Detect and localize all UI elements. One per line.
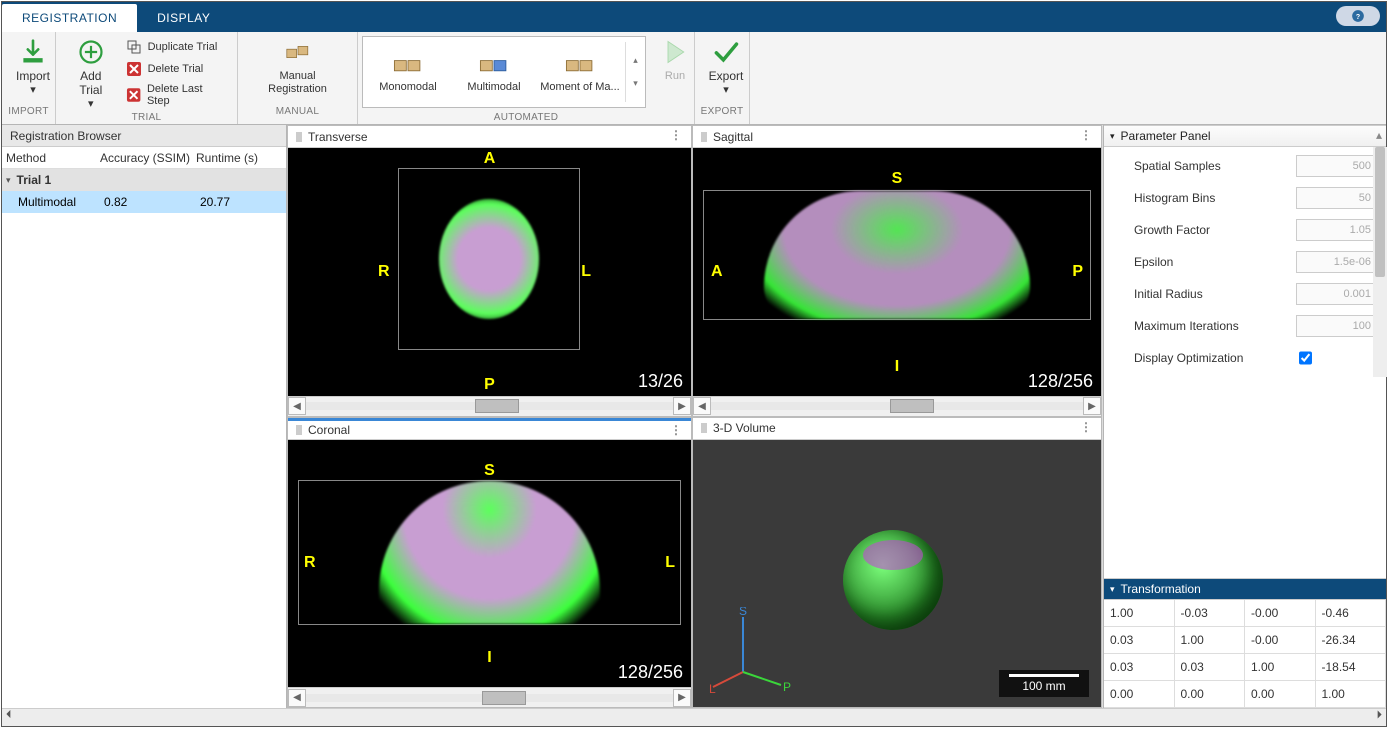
scroll-left-icon[interactable]: ⏴ bbox=[6, 709, 12, 726]
svg-text:P: P bbox=[783, 680, 791, 694]
help-button[interactable]: ? bbox=[1336, 6, 1380, 26]
max-iterations-input[interactable] bbox=[1296, 315, 1378, 337]
trial-group[interactable]: Trial 1 bbox=[2, 169, 286, 191]
slice-counter-coronal: 128/256 bbox=[618, 662, 683, 683]
epsilon-input[interactable] bbox=[1296, 251, 1378, 273]
growth-factor-input[interactable] bbox=[1296, 219, 1378, 241]
group-label-trial: TRIAL bbox=[56, 112, 237, 124]
delete-step-icon bbox=[126, 87, 141, 103]
tab-registration[interactable]: REGISTRATION bbox=[2, 4, 137, 32]
boxes-color-icon bbox=[477, 51, 511, 77]
status-bar: ⏴ ⏵ bbox=[2, 708, 1386, 726]
transformation-header[interactable]: Transformation bbox=[1104, 578, 1386, 600]
spatial-samples-input[interactable] bbox=[1296, 155, 1378, 177]
browser-title: Registration Browser bbox=[2, 125, 286, 147]
boxes-icon bbox=[391, 51, 425, 77]
automated-gallery: Monomodal Multimodal Moment of Ma... ▴▾ bbox=[362, 36, 646, 108]
parameter-panel-header[interactable]: Parameter Panel bbox=[1104, 125, 1386, 147]
view-grid: Transverse ⋮ A P R L 13/26 ◀▶ Sagittal ⋮ bbox=[287, 125, 1103, 708]
transverse-view[interactable]: A P R L 13/26 bbox=[288, 148, 691, 396]
view-menu-3d[interactable]: ⋮ bbox=[1080, 420, 1093, 434]
moment-of-mass-button[interactable]: Moment of Ma... bbox=[537, 39, 623, 105]
export-button[interactable]: Export▾ bbox=[701, 36, 751, 98]
duplicate-trial-button[interactable]: Duplicate Trial bbox=[124, 38, 227, 56]
trial-item[interactable]: Multimodal 0.82 20.77 bbox=[2, 191, 286, 213]
tab-display[interactable]: DISPLAY bbox=[137, 4, 230, 32]
group-label-import: IMPORT bbox=[2, 106, 55, 124]
import-icon bbox=[19, 38, 47, 66]
axis-gizmo-icon: S L P bbox=[703, 607, 793, 697]
manual-registration-button[interactable]: Manual Registration bbox=[244, 36, 351, 97]
svg-text:S: S bbox=[739, 607, 747, 618]
delete-trial-button[interactable]: Delete Trial bbox=[124, 60, 227, 78]
boxes-icon bbox=[563, 51, 597, 77]
slice-counter-sagittal: 128/256 bbox=[1028, 371, 1093, 392]
slice-counter-transverse: 13/26 bbox=[638, 371, 683, 392]
histogram-bins-input[interactable] bbox=[1296, 187, 1378, 209]
browser-columns: Method Accuracy (SSIM) Runtime (s) bbox=[2, 147, 286, 169]
slice-slider-coronal[interactable]: ◀▶ bbox=[288, 687, 691, 707]
run-button[interactable]: Run bbox=[650, 36, 700, 85]
gallery-dropdown[interactable]: ▴▾ bbox=[625, 42, 643, 102]
registration-browser-panel: Registration Browser Method Accuracy (SS… bbox=[2, 125, 287, 708]
collapse-toolstrip-icon[interactable]: ▴ bbox=[1376, 128, 1382, 142]
slice-slider-sagittal[interactable]: ◀▶ bbox=[693, 396, 1101, 416]
play-icon bbox=[661, 38, 689, 66]
transformation-matrix: 1.00-0.03-0.00-0.46 0.031.00-0.00-26.34 … bbox=[1104, 600, 1386, 708]
view-menu-sagittal[interactable]: ⋮ bbox=[1080, 128, 1093, 142]
check-icon bbox=[712, 38, 740, 66]
view-menu-coronal[interactable]: ⋮ bbox=[670, 423, 683, 437]
display-optimization-checkbox[interactable] bbox=[1299, 347, 1312, 369]
sagittal-view[interactable]: S I A P 128/256 bbox=[693, 148, 1101, 396]
main-tabstrip: REGISTRATION DISPLAY ? bbox=[2, 2, 1386, 32]
group-label-automated: AUTOMATED bbox=[358, 112, 694, 124]
multimodal-button[interactable]: Multimodal bbox=[451, 39, 537, 105]
slice-slider-transverse[interactable]: ◀▶ bbox=[288, 396, 691, 416]
import-button[interactable]: Import▾ bbox=[8, 36, 58, 98]
view-title-coronal: Coronal bbox=[308, 423, 350, 437]
monomodal-button[interactable]: Monomodal bbox=[365, 39, 451, 105]
scale-bar: 100 mm bbox=[999, 670, 1089, 697]
add-trial-button[interactable]: Add Trial▾ bbox=[62, 36, 120, 112]
boxes-icon bbox=[284, 38, 312, 66]
group-label-manual: MANUAL bbox=[238, 106, 357, 124]
parameter-panel: Spatial Samples Histogram Bins Growth Fa… bbox=[1104, 147, 1386, 377]
view-title-3d: 3-D Volume bbox=[713, 421, 776, 435]
delete-icon bbox=[126, 61, 142, 77]
svg-text:L: L bbox=[709, 682, 716, 696]
group-label-export: EXPORT bbox=[695, 106, 749, 124]
initial-radius-input[interactable] bbox=[1296, 283, 1378, 305]
right-panel: Parameter Panel Spatial Samples Histogra… bbox=[1103, 125, 1386, 708]
view-title-sagittal: Sagittal bbox=[713, 130, 753, 144]
view-title-transverse: Transverse bbox=[308, 130, 368, 144]
volume-view[interactable]: S L P 100 mm bbox=[693, 440, 1101, 708]
svg-text:?: ? bbox=[1356, 14, 1360, 21]
coronal-view[interactable]: S I R L 128/256 bbox=[288, 440, 691, 688]
plus-circle-icon bbox=[77, 38, 105, 66]
scroll-right-icon[interactable]: ⏵ bbox=[1377, 709, 1383, 726]
params-scrollbar[interactable] bbox=[1373, 147, 1387, 377]
view-menu-transverse[interactable]: ⋮ bbox=[670, 128, 683, 142]
toolstrip: Import▾ IMPORT Add Trial▾ Duplicate Tria… bbox=[2, 32, 1386, 125]
delete-last-step-button[interactable]: Delete Last Step bbox=[124, 82, 227, 108]
duplicate-icon bbox=[126, 39, 142, 55]
